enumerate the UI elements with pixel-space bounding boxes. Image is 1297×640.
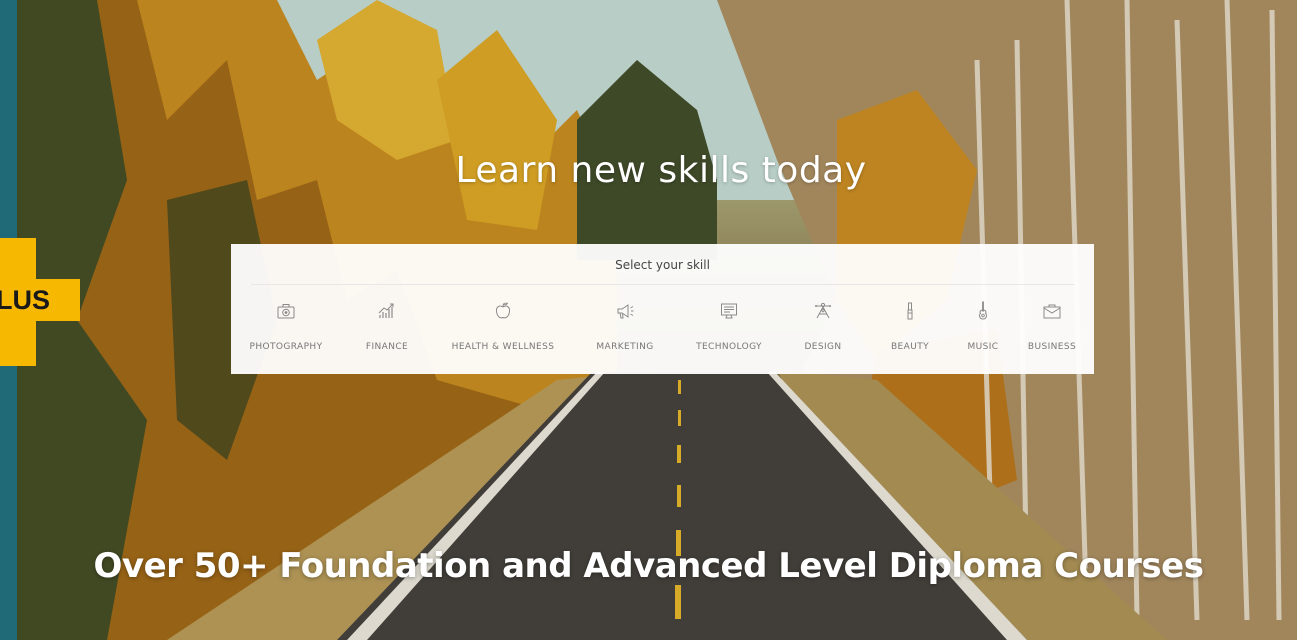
skill-marketing[interactable]: MARKETING xyxy=(570,300,680,360)
plus-badge-label[interactable]: LUS xyxy=(0,279,80,321)
skill-finance[interactable]: FINANCE xyxy=(332,300,442,360)
courses-banner-title: Over 50+ Foundation and Advanced Level D… xyxy=(93,546,1204,586)
skill-photography[interactable]: PHOTOGRAPHY xyxy=(231,300,341,360)
apple-icon xyxy=(495,302,511,319)
monitor-icon xyxy=(721,303,737,319)
guitar-icon xyxy=(979,301,987,320)
design-tool-icon xyxy=(815,302,831,319)
skill-business[interactable]: BUSINESS xyxy=(1002,300,1102,360)
briefcase-icon xyxy=(1043,304,1061,319)
skill-label: BUSINESS xyxy=(1027,342,1077,352)
growth-chart-icon xyxy=(378,303,394,318)
megaphone-icon xyxy=(617,304,634,319)
skills-heading: Select your skill xyxy=(251,256,1074,285)
skills-list: PHOTOGRAPHY FINANCE HEALTH & WELLNESS MA… xyxy=(231,300,1094,360)
skill-label: MARKETING xyxy=(596,342,654,352)
skills-selector-panel: Select your skill PHOTOGRAPHY FINANCE HE… xyxy=(231,244,1094,374)
camera-icon xyxy=(277,304,295,319)
skill-label: FINANCE xyxy=(365,342,409,352)
skill-health-wellness[interactable]: HEALTH & WELLNESS xyxy=(446,300,560,360)
skill-label: HEALTH & WELLNESS xyxy=(451,342,555,352)
skill-label: PHOTOGRAPHY xyxy=(249,342,323,352)
lipstick-icon xyxy=(907,302,913,320)
page-title: Learn new skills today xyxy=(455,150,867,191)
